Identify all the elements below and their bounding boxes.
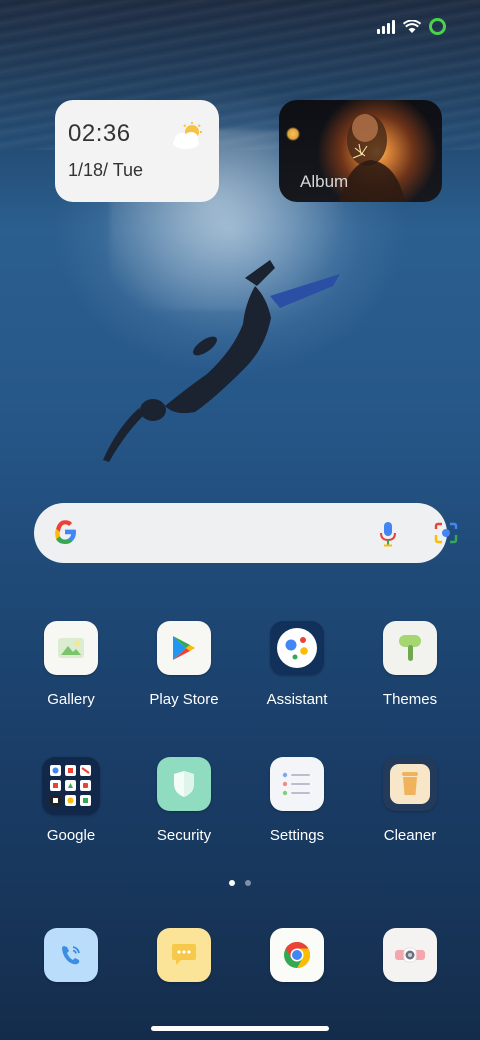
settings-icon <box>270 757 324 811</box>
play-store-icon <box>157 621 211 675</box>
album-widget[interactable]: Album <box>279 100 442 202</box>
partly-cloudy-icon <box>173 122 202 149</box>
app-gallery[interactable]: Gallery <box>15 621 127 708</box>
app-label: Gallery <box>47 691 95 708</box>
dock-messages[interactable] <box>128 928 240 982</box>
clock-date: 1/18/ Tue <box>68 160 144 180</box>
app-label: Google <box>46 827 96 844</box>
status-bar <box>377 18 446 35</box>
page-indicator[interactable] <box>229 880 251 886</box>
app-security[interactable]: Security <box>128 757 240 844</box>
security-shield-icon <box>157 757 211 811</box>
google-folder-icon <box>42 757 100 815</box>
assistant-icon <box>270 621 324 675</box>
microphone-icon[interactable] <box>378 521 398 547</box>
phone-icon <box>44 928 98 982</box>
dock-chrome[interactable] <box>241 928 353 982</box>
app-cleaner[interactable]: Cleaner <box>354 757 466 844</box>
clock-widget[interactable]: 02:36 1/18/ Tue <box>55 100 219 202</box>
app-label: Play Store <box>149 691 219 708</box>
wallpaper-diver <box>103 260 340 462</box>
messages-icon <box>157 928 211 982</box>
camera-icon <box>383 928 437 982</box>
app-label: Settings <box>269 827 325 844</box>
album-label: Album <box>300 172 349 191</box>
google-g-icon <box>55 520 76 544</box>
app-label: Assistant <box>266 691 328 708</box>
chrome-icon <box>270 928 324 982</box>
page-dot-active[interactable] <box>229 880 235 886</box>
app-assistant[interactable]: Assistant <box>241 621 353 708</box>
google-search-bar[interactable] <box>34 503 458 563</box>
battery-ring-icon <box>429 18 446 35</box>
cleaner-trash-icon <box>383 757 437 811</box>
app-themes[interactable]: Themes <box>354 621 466 708</box>
app-settings[interactable]: Settings <box>241 757 353 844</box>
app-play-store[interactable]: Play Store <box>128 621 240 708</box>
wifi-icon <box>403 19 421 33</box>
home-gesture-bar[interactable] <box>151 1026 329 1031</box>
app-label: Security <box>156 827 212 844</box>
dock-camera[interactable] <box>354 928 466 982</box>
app-label: Themes <box>382 691 438 708</box>
dock-phone[interactable] <box>15 928 127 982</box>
page-dot[interactable] <box>245 880 251 886</box>
app-label: Cleaner <box>383 827 437 844</box>
app-google-folder[interactable]: Google <box>15 757 127 844</box>
cellular-signal-icon <box>377 19 395 34</box>
gallery-icon <box>44 621 98 675</box>
camera-lens-icon[interactable] <box>433 521 459 545</box>
themes-icon <box>383 621 437 675</box>
